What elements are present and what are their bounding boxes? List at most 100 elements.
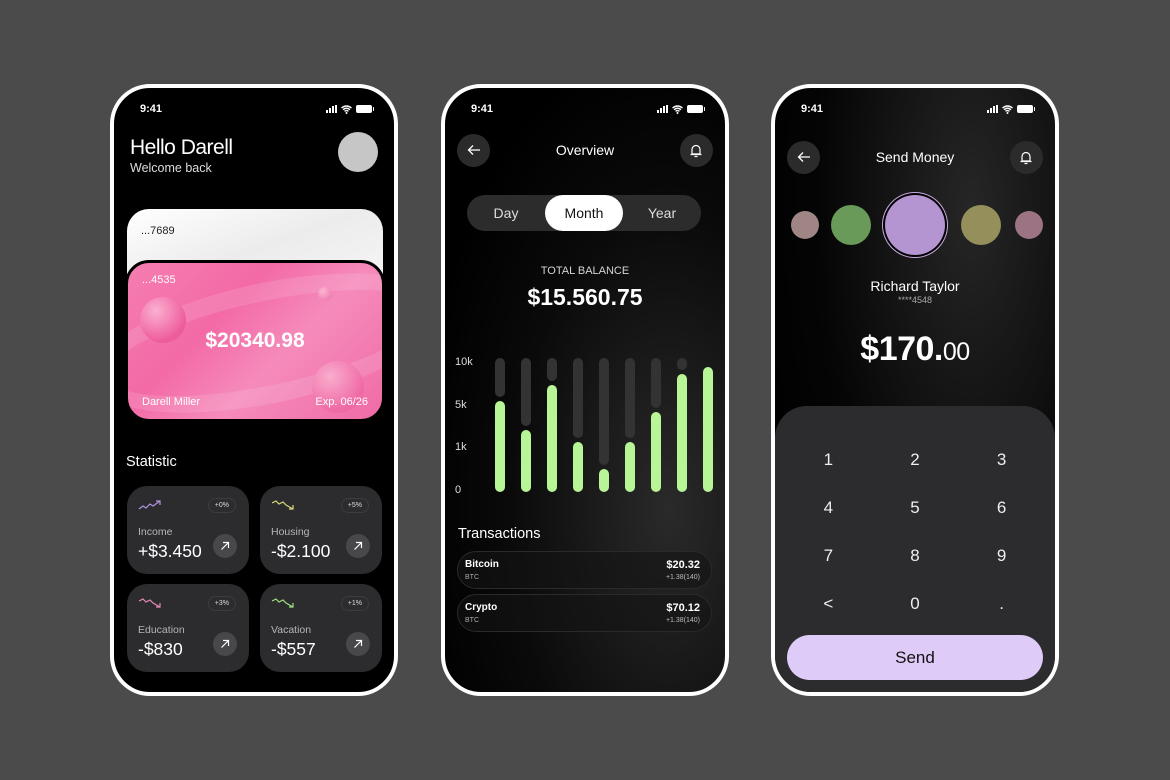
stat-change: +0% — [207, 498, 236, 513]
key-8[interactable]: 8 — [872, 532, 959, 580]
tab-day[interactable]: Day — [467, 195, 545, 231]
bar-2[interactable] — [521, 430, 531, 492]
home-screen: 9:41 Hello Darell Welcome back ...7689 .… — [110, 84, 398, 696]
stat-label: Vacation — [271, 624, 312, 636]
notifications-button[interactable] — [1009, 140, 1043, 174]
stat-value: -$830 — [138, 639, 183, 659]
y-tick-label: 0 — [455, 484, 462, 496]
status-time: 9:41 — [471, 103, 494, 115]
recipient-avatar-selected[interactable] — [885, 195, 945, 255]
bar-track — [547, 358, 557, 381]
card-holder: Darell Miller — [142, 396, 201, 408]
transaction-change: +1.38(140) — [665, 574, 700, 581]
bar-track — [651, 358, 661, 408]
transaction-symbol: BTC — [465, 574, 479, 581]
open-stat-button[interactable] — [213, 534, 237, 558]
stat-card-education[interactable]: +3% Education -$830 — [127, 584, 249, 672]
amount-whole: $170. — [860, 330, 943, 368]
open-stat-button[interactable] — [346, 534, 370, 558]
total-balance-value: $15.560.75 — [527, 284, 643, 310]
bar-8[interactable] — [677, 374, 687, 492]
keypad: 1 2 3 4 5 6 7 8 9 <0. — [785, 436, 1045, 628]
status-time: 9:41 — [801, 103, 824, 115]
trend-down-icon — [271, 500, 294, 510]
tab-month[interactable]: Month — [545, 195, 623, 231]
key-decimal[interactable]: . — [958, 580, 1045, 628]
y-tick-label: 1k — [455, 441, 467, 454]
key-0[interactable]: 0 — [872, 580, 959, 628]
key-3[interactable]: 3 — [958, 436, 1045, 484]
key-4[interactable]: 4 — [785, 484, 872, 532]
stat-change: +3% — [207, 596, 236, 611]
stat-card-housing[interactable]: +5% Housing -$2.100 — [260, 486, 382, 574]
y-tick-label: 10k — [455, 356, 473, 368]
amount-display: $170.00 — [775, 330, 1055, 369]
bar-1[interactable] — [495, 400, 505, 492]
tab-year[interactable]: Year — [623, 195, 701, 231]
arrow-up-right-icon — [221, 639, 230, 648]
recipient-name: Richard Taylor — [870, 278, 960, 294]
card-expiry: Exp. 06/26 — [315, 396, 368, 408]
signal-icon — [326, 105, 337, 113]
bar-9[interactable] — [703, 367, 713, 492]
stat-label: Education — [138, 624, 185, 636]
key-backspace[interactable]: < — [785, 580, 872, 628]
open-stat-button[interactable] — [213, 632, 237, 656]
status-time: 9:41 — [140, 103, 163, 115]
stat-card-income[interactable]: +0% Income +$3.450 — [127, 486, 249, 574]
bar-3[interactable] — [547, 384, 557, 492]
bar-4[interactable] — [573, 442, 583, 492]
bar-7[interactable] — [651, 411, 661, 492]
total-balance-label: TOTAL BALANCE — [540, 265, 630, 277]
bar-track — [495, 358, 505, 397]
bar-track — [677, 358, 687, 371]
amount-cents: 00 — [942, 338, 970, 366]
bar-track — [521, 358, 531, 427]
bar-5[interactable] — [599, 469, 609, 492]
status-bar: 9:41 — [801, 102, 1035, 116]
card-front[interactable]: ...4535 $20340.98 Darell Miller Exp. 06/… — [125, 260, 385, 422]
back-button[interactable] — [787, 140, 820, 174]
bell-icon — [1020, 151, 1032, 164]
transaction-amount: $70.12 — [666, 602, 700, 614]
page-title: Overview — [555, 142, 615, 158]
wifi-icon — [672, 104, 683, 114]
send-button[interactable]: Send — [787, 635, 1043, 680]
transaction-name: Crypto — [465, 602, 498, 613]
recipient-account: ****4548 — [897, 295, 933, 305]
key-5[interactable]: 5 — [872, 484, 959, 532]
arrow-up-right-icon — [354, 639, 363, 648]
bar-6[interactable] — [625, 442, 635, 492]
trend-down-icon — [138, 598, 161, 608]
recipient-carousel — [775, 193, 1055, 257]
transaction-row[interactable]: Crypto BTC $70.12 +1.38(140) — [457, 594, 712, 632]
recipient-avatar[interactable] — [961, 205, 1001, 245]
battery-icon — [356, 105, 374, 113]
wifi-icon — [341, 104, 352, 114]
recipient-avatar[interactable] — [1015, 211, 1043, 239]
key-1[interactable]: 1 — [785, 436, 872, 484]
notifications-button[interactable] — [679, 133, 713, 167]
statistic-title: Statistic — [126, 454, 177, 470]
welcome-text: Welcome back — [130, 161, 212, 175]
transaction-symbol: BTC — [465, 617, 479, 624]
stat-card-vacation[interactable]: +1% Vacation -$557 — [260, 584, 382, 672]
key-7[interactable]: 7 — [785, 532, 872, 580]
bar-track — [573, 358, 583, 439]
avatar[interactable] — [338, 132, 378, 172]
transaction-name: Bitcoin — [465, 559, 499, 570]
key-6[interactable]: 6 — [958, 484, 1045, 532]
card-balance: $20340.98 — [205, 329, 305, 352]
stat-label: Housing — [271, 526, 310, 538]
stat-label: Income — [138, 526, 173, 538]
open-stat-button[interactable] — [346, 632, 370, 656]
back-button[interactable] — [457, 133, 490, 167]
key-9[interactable]: 9 — [958, 532, 1045, 580]
send-money-screen: 9:41 Send Money Richard Taylor ****4548 … — [771, 84, 1059, 696]
transaction-row[interactable]: Bitcoin BTC $20.32 +1.38(140) — [457, 551, 712, 589]
battery-icon — [1017, 105, 1035, 113]
recipient-avatar[interactable] — [791, 211, 819, 239]
transaction-amount: $20.32 — [666, 559, 700, 571]
key-2[interactable]: 2 — [872, 436, 959, 484]
recipient-avatar[interactable] — [831, 205, 871, 245]
